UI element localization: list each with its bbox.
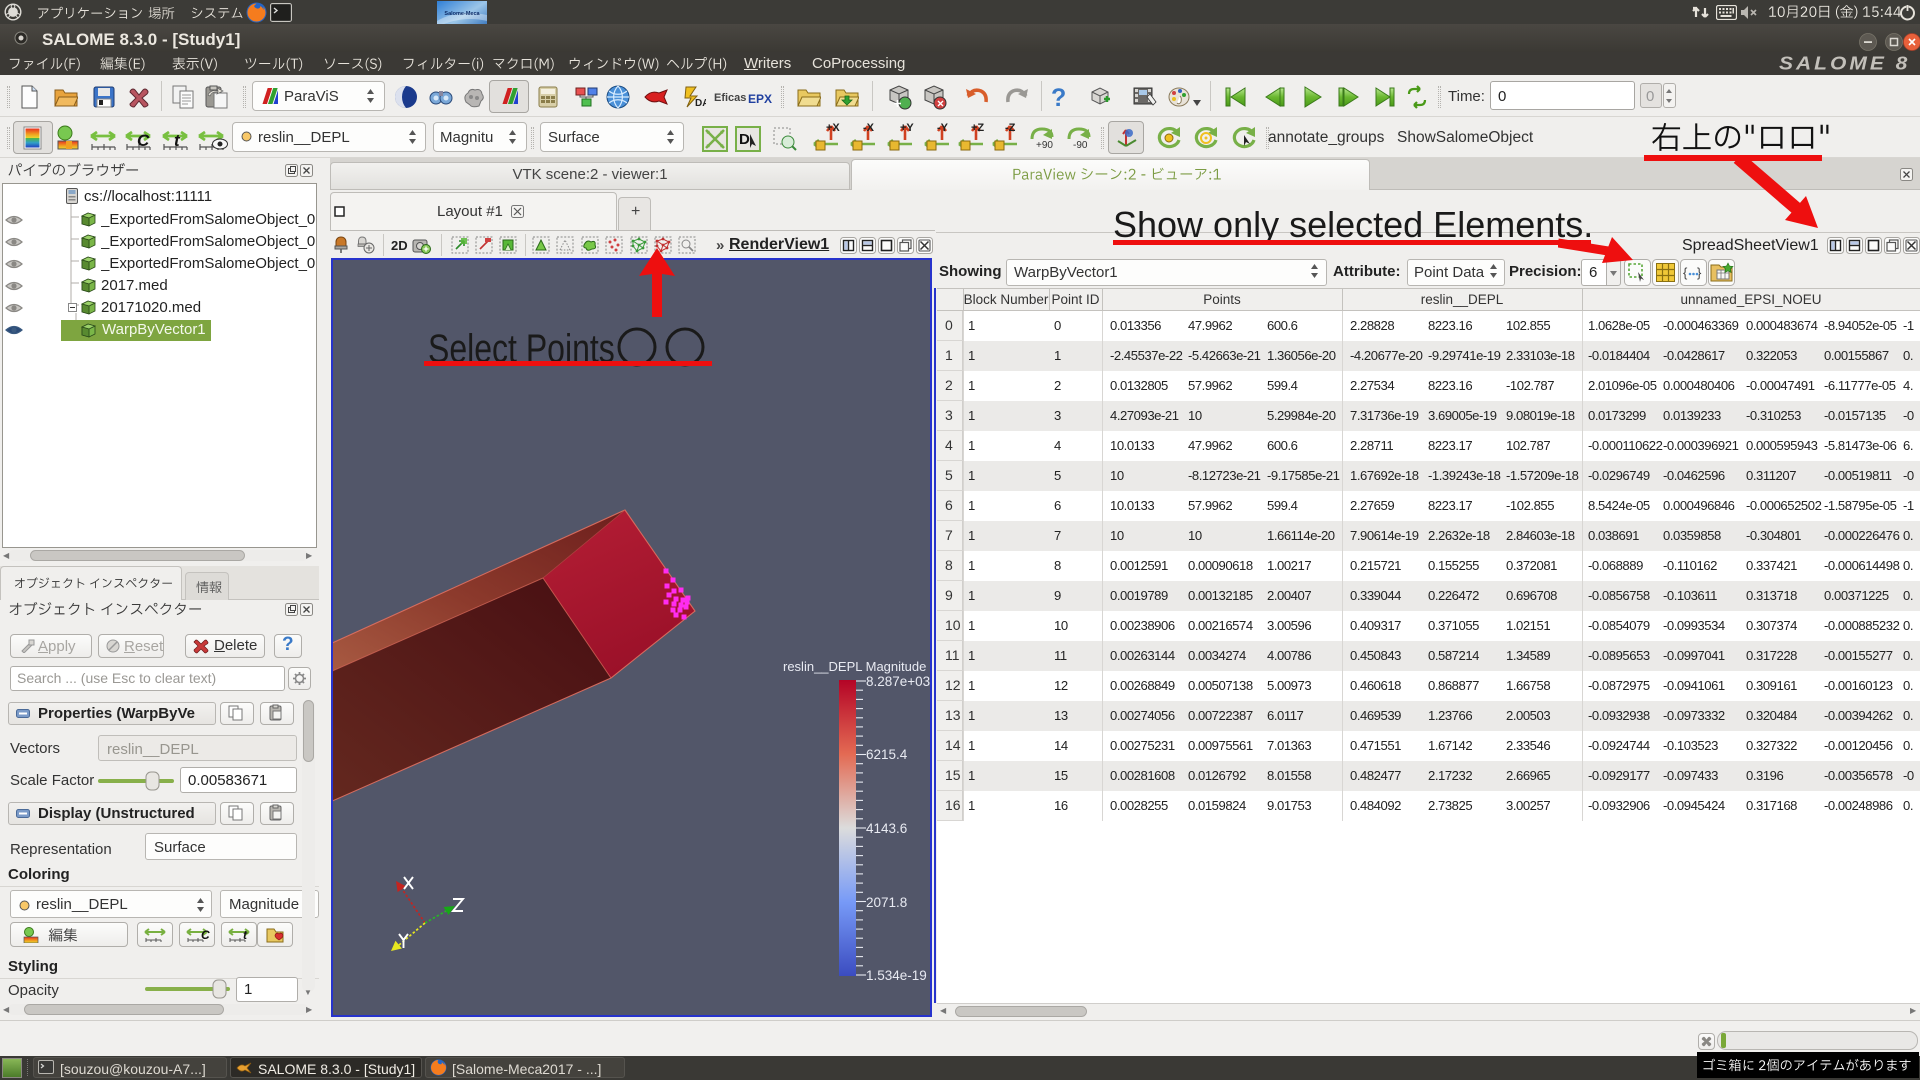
svg-text:DA: DA [695, 98, 706, 109]
svg-text:D: D [739, 131, 750, 148]
svg-text:{: { [1683, 265, 1688, 280]
svg-text:}: } [1697, 265, 1702, 280]
svg-text:Salome-Meca: Salome-Meca [444, 11, 480, 17]
